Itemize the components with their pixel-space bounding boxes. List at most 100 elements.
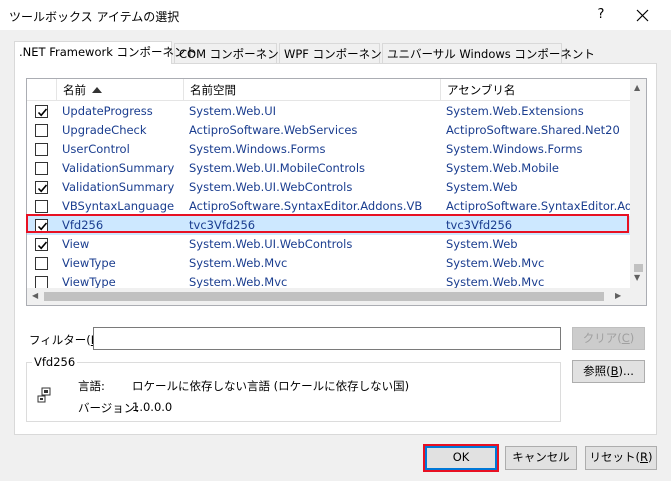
cancel-label: キャンセル xyxy=(512,450,570,464)
row-checkbox[interactable] xyxy=(35,200,48,213)
row-checkbox[interactable] xyxy=(35,238,48,251)
table-row[interactable]: Vfd256 tvc3Vfd256 tvc3Vfd256 xyxy=(27,216,630,235)
details-group-title: Vfd256 xyxy=(32,355,78,369)
header-namespace[interactable]: 名前空間 xyxy=(184,79,441,101)
row-name: UpdateProgress xyxy=(62,104,153,118)
row-name: Vfd256 xyxy=(62,218,104,232)
filter-input[interactable] xyxy=(93,327,561,350)
row-namespace: System.Web.UI xyxy=(189,104,277,118)
scroll-up-icon[interactable]: ▲ xyxy=(634,83,640,92)
row-namespace: tvc3Vfd256 xyxy=(189,218,256,232)
table-row[interactable]: ViewType System.Web.Mvc System.Web.Mvc xyxy=(27,273,630,288)
row-namespace: ActiproSoftware.WebServices xyxy=(189,123,358,137)
table-row[interactable]: UpgradeCheck ActiproSoftware.WebServices A… xyxy=(27,121,630,140)
scroll-right-icon[interactable]: ▶ xyxy=(615,291,621,300)
version-label: バージョン: xyxy=(78,401,140,415)
row-assembly: System.Web xyxy=(446,237,518,251)
row-checkbox[interactable] xyxy=(35,219,48,232)
tab-dotnet-components[interactable]: .NET Framework コンポーネント xyxy=(14,41,197,64)
row-name: ValidationSummary xyxy=(62,161,175,175)
row-namespace: System.Web.Mvc xyxy=(189,275,288,288)
close-button[interactable] xyxy=(630,2,656,28)
close-icon xyxy=(636,9,649,22)
row-assembly: ActiproSoftware.Shared.Net20 xyxy=(446,123,620,137)
row-name: ViewType xyxy=(62,256,116,270)
ok-button[interactable]: OK xyxy=(425,446,497,470)
check-icon xyxy=(37,184,48,193)
table-row[interactable]: ValidationSummary System.Web.UI.WebContro… xyxy=(27,178,630,197)
header-assembly-label: アセンブリ名 xyxy=(447,83,516,97)
table-row[interactable]: UpdateProgress System.Web.UI System.Web.Ex… xyxy=(27,102,630,121)
row-name: View xyxy=(62,237,90,251)
header-name[interactable]: 名前 xyxy=(57,79,184,101)
row-name: ViewType xyxy=(62,275,116,288)
header-namespace-label: 名前空間 xyxy=(190,83,236,97)
row-namespace: System.Web.UI.WebControls xyxy=(189,237,353,251)
row-checkbox[interactable] xyxy=(35,162,48,175)
row-checkbox[interactable] xyxy=(35,143,48,156)
table-row[interactable]: VBSyntaxLanguage ActiproSoftware.SyntaxEd… xyxy=(27,197,630,216)
tab-label: .NET Framework コンポーネント xyxy=(19,45,198,59)
tab-label: WPF コンポーネント xyxy=(284,47,394,61)
header-assembly[interactable]: アセンブリ名 xyxy=(441,79,630,101)
cancel-button[interactable]: キャンセル xyxy=(505,446,577,470)
browse-button[interactable]: 参照(B)... xyxy=(572,360,645,383)
row-namespace: System.Web.UI.WebControls xyxy=(189,180,353,194)
component-icon xyxy=(37,387,51,403)
scrollbar-corner xyxy=(630,288,646,305)
title-bar: ツールボックス アイテムの選択 ? xyxy=(0,0,671,30)
row-namespace: System.Windows.Forms xyxy=(189,142,326,156)
help-button[interactable]: ? xyxy=(590,4,612,26)
vertical-scroll-thumb[interactable] xyxy=(634,264,643,272)
row-checkbox[interactable] xyxy=(35,105,48,118)
row-checkbox[interactable] xyxy=(35,181,48,194)
reset-button[interactable]: リセット(R) xyxy=(585,446,657,470)
row-checkbox[interactable] xyxy=(35,257,48,270)
row-assembly: System.Web.Extensions xyxy=(446,104,584,118)
horizontal-scrollbar[interactable]: ◀ ▶ xyxy=(27,288,630,305)
table-row[interactable]: ValidationSummary System.Web.UI.MobileCon… xyxy=(27,159,630,178)
tab-wpf-components[interactable]: WPF コンポーネント xyxy=(279,43,393,63)
list-rows: UpdateProgress System.Web.UI System.Web.Ex… xyxy=(27,102,630,288)
table-row[interactable]: UserControl System.Windows.Forms System.Wi… xyxy=(27,140,630,159)
ok-label: OK xyxy=(452,450,470,464)
row-assembly: System.Web.Mvc xyxy=(446,256,545,270)
check-icon xyxy=(37,241,48,250)
window-title: ツールボックス アイテムの選択 xyxy=(9,10,180,24)
row-assembly: System.Web xyxy=(446,180,518,194)
scroll-left-icon[interactable]: ◀ xyxy=(32,291,38,300)
component-list[interactable]: 名前 名前空間 アセンブリ名 UpdateProgress System.Web.… xyxy=(26,78,647,306)
row-assembly: System.Web.Mobile xyxy=(446,161,559,175)
row-assembly: System.Windows.Forms xyxy=(446,142,583,156)
scroll-down-icon[interactable]: ▼ xyxy=(634,273,640,282)
version-value: 1.0.0.0 xyxy=(132,400,173,414)
clear-button[interactable]: クリア(C) xyxy=(572,327,645,350)
vertical-scrollbar[interactable]: ▲ ▼ xyxy=(630,79,646,288)
row-assembly: ActiproSoftware.SyntaxEditor.Addo xyxy=(446,199,630,213)
table-row[interactable]: ViewType System.Web.Mvc System.Web.Mvc xyxy=(27,254,630,273)
tab-universal-windows-components[interactable]: ユニバーサル Windows コンポーネント xyxy=(382,43,595,63)
tab-label: ユニバーサル Windows コンポーネント xyxy=(387,47,595,61)
row-checkbox[interactable] xyxy=(35,124,48,137)
row-name: ValidationSummary xyxy=(62,180,175,194)
sort-ascending-icon xyxy=(92,87,102,93)
horizontal-scroll-thumb[interactable] xyxy=(44,292,604,301)
table-row[interactable]: View System.Web.UI.WebControls System.Web xyxy=(27,235,630,254)
row-namespace: System.Web.Mvc xyxy=(189,256,288,270)
list-header: 名前 名前空間 アセンブリ名 xyxy=(27,79,630,101)
check-icon xyxy=(37,108,48,117)
row-name: UserControl xyxy=(62,142,130,156)
header-check-column[interactable] xyxy=(27,79,57,101)
row-name: UpgradeCheck xyxy=(62,123,147,137)
row-name: VBSyntaxLanguage xyxy=(62,199,175,213)
row-namespace: System.Web.UI.MobileControls xyxy=(189,161,366,175)
header-name-label: 名前 xyxy=(63,83,86,97)
language-label: 言語: xyxy=(78,379,105,393)
row-namespace: ActiproSoftware.SyntaxEditor.Addons.VB xyxy=(189,199,423,213)
row-assembly: System.Web.Mvc xyxy=(446,275,545,288)
help-icon: ? xyxy=(597,7,605,22)
row-assembly: tvc3Vfd256 xyxy=(446,218,513,232)
check-icon xyxy=(37,222,48,231)
language-value: ロケールに依存しない言語 (ロケールに依存しない国) xyxy=(132,379,410,393)
row-checkbox[interactable] xyxy=(35,276,48,288)
